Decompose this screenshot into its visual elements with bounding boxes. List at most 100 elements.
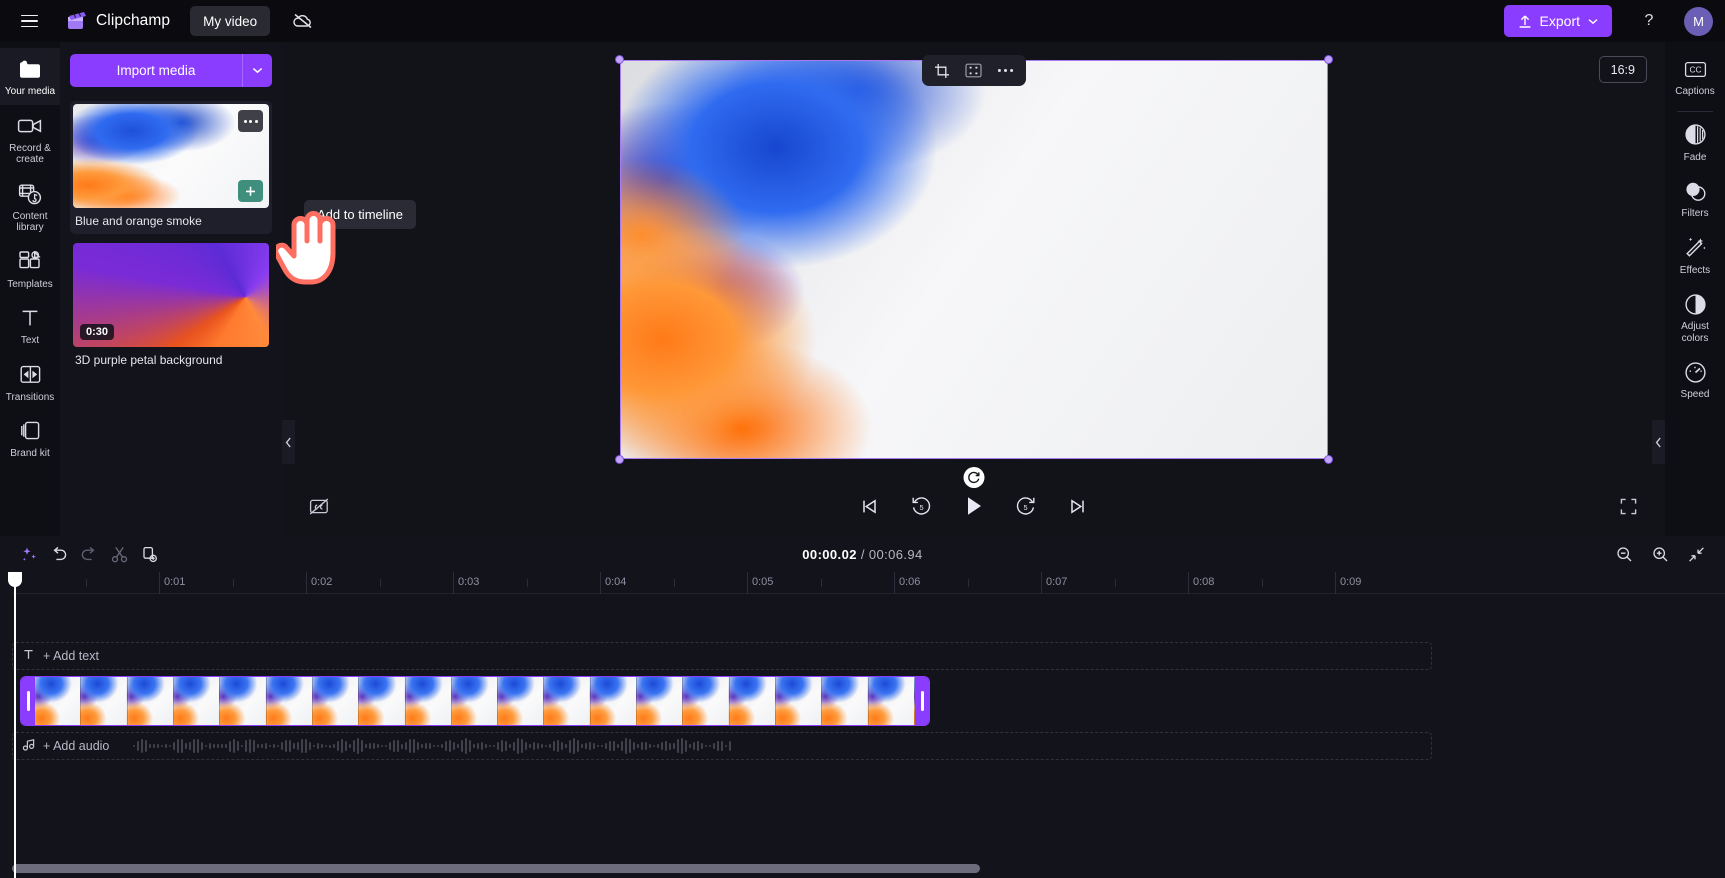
play-button[interactable]: [959, 491, 989, 521]
project-name-chip[interactable]: My video: [190, 6, 271, 36]
timeline-clip-blue-and-orange-smoke[interactable]: [20, 676, 930, 726]
avatar[interactable]: M: [1684, 6, 1713, 36]
add-audio-label: + Add audio: [43, 739, 110, 753]
ruler-label: 0:05: [752, 576, 774, 588]
cloud-off-icon[interactable]: [290, 8, 316, 34]
timeline-scroll-area[interactable]: 0:01 0:02 0:03 0:04 0:05 0:06 0:07 0:08 0:09 + A…: [0, 572, 1725, 878]
clip-thumbnail-frame: [498, 677, 545, 725]
hamburger-menu-icon[interactable]: [12, 4, 46, 38]
auto-compose-magic-wand-icon[interactable]: [14, 540, 44, 568]
collapse-left-panel-chevron-left-icon[interactable]: [282, 420, 295, 464]
sidebar-item-effects[interactable]: Effects: [1665, 227, 1725, 284]
chevron-down-icon: [1588, 18, 1598, 24]
sidebar-item-adjust-colors[interactable]: Adjust colors: [1665, 283, 1725, 351]
resize-handle-bottom-right[interactable]: [1323, 454, 1333, 464]
scrollbar-thumb[interactable]: [12, 864, 981, 873]
sidebar-item-record-create[interactable]: Record & create: [0, 105, 60, 173]
brand-kit-icon: [19, 419, 42, 443]
skip-to-start-icon[interactable]: [855, 491, 885, 521]
total-time: 00:06.94: [868, 546, 923, 562]
text-icon: [22, 648, 35, 664]
playhead-handle[interactable]: [7, 572, 22, 587]
redo-icon[interactable]: [74, 540, 104, 568]
fit-timeline-icon[interactable]: [1681, 540, 1711, 568]
ruler-subtick: [526, 579, 528, 587]
closed-captions-icon: CC: [1684, 57, 1707, 81]
resize-handle-top-left[interactable]: [614, 54, 624, 64]
sidebar-item-fade[interactable]: Fade: [1665, 114, 1725, 171]
import-media-button[interactable]: Import media: [70, 54, 242, 87]
clip-thumbnail-frame: [35, 677, 82, 725]
resize-handle-top-right[interactable]: [1323, 54, 1333, 64]
sidebar-item-transitions[interactable]: Transitions: [0, 354, 60, 411]
sidebar-item-content-library[interactable]: Content library: [0, 173, 60, 241]
speed-icon: [1684, 360, 1707, 384]
sidebar-label: Your media: [4, 86, 56, 97]
effects-icon: [1684, 236, 1707, 260]
ruler-subtick: [820, 579, 822, 587]
clip-trim-handle-left[interactable]: [21, 677, 35, 725]
more-options-icon[interactable]: [992, 58, 1020, 83]
duplicate-icon[interactable]: [134, 540, 164, 568]
audio-waveform-placeholder: [133, 738, 1431, 754]
sidebar-item-brand-kit[interactable]: Brand kit: [0, 410, 60, 467]
clip-trim-handle-right[interactable]: [915, 677, 929, 725]
add-audio-track[interactable]: + Add audio: [12, 732, 1432, 760]
timeline-ruler[interactable]: 0:01 0:02 0:03 0:04 0:05 0:06 0:07 0:08 0:09: [12, 572, 1725, 594]
zoom-out-icon[interactable]: [1609, 540, 1639, 568]
more-options-icon[interactable]: [238, 110, 263, 132]
add-text-track[interactable]: + Add text: [12, 642, 1432, 670]
export-button[interactable]: Export: [1503, 5, 1612, 37]
crop-icon[interactable]: [928, 58, 956, 83]
split-icon[interactable]: [104, 540, 134, 568]
import-media-chevron-down-icon[interactable]: [242, 54, 272, 87]
media-panel: Import media Blue and orange smoke 0:30 …: [60, 42, 282, 536]
media-item-label: 3D purple petal background: [75, 353, 223, 367]
fullscreen-icon[interactable]: [1613, 491, 1643, 521]
add-to-timeline-button[interactable]: [238, 180, 263, 202]
ruler-label: 0:09: [1340, 576, 1362, 588]
sidebar-item-filters[interactable]: Filters: [1665, 170, 1725, 227]
sidebar-item-templates[interactable]: Templates: [0, 241, 60, 298]
clipchamp-app: Clipchamp My video Export ? M Your media…: [0, 0, 1725, 878]
export-label: Export: [1539, 13, 1580, 29]
collapse-right-panel-chevron-left-icon[interactable]: [1652, 420, 1665, 464]
media-item-3d-purple-petal-background[interactable]: 0:30 3D purple petal background: [70, 240, 272, 373]
ruler-label: 0:01: [164, 576, 186, 588]
skip-to-end-icon[interactable]: [1063, 491, 1093, 521]
video-track: [12, 676, 1725, 726]
sidebar-item-captions[interactable]: CC Captions: [1665, 48, 1725, 105]
media-item-blue-and-orange-smoke[interactable]: Blue and orange smoke: [70, 101, 272, 234]
resize-handle-bottom-left[interactable]: [614, 454, 624, 464]
rewind-5-seconds-button[interactable]: 5: [907, 491, 937, 521]
adjust-colors-icon: [1684, 292, 1707, 316]
content-library-icon: [18, 182, 42, 206]
clip-thumbnail-frame: [729, 677, 776, 725]
undo-icon[interactable]: [44, 540, 74, 568]
help-button[interactable]: ?: [1634, 6, 1664, 36]
ruler-label: 0:03: [458, 576, 480, 588]
aspect-ratio-button[interactable]: 16:9: [1598, 56, 1647, 83]
fit-to-frame-icon[interactable]: [960, 58, 988, 83]
video-preview[interactable]: [614, 54, 1333, 488]
zoom-in-icon[interactable]: [1645, 540, 1675, 568]
ruler-subtick: [85, 579, 87, 587]
timeline-horizontal-scrollbar[interactable]: [12, 864, 1711, 873]
svg-text:CC: CC: [1689, 64, 1701, 74]
brand: Clipchamp: [66, 11, 170, 31]
clip-thumbnail-frame: [637, 677, 684, 725]
captions-off-icon[interactable]: [304, 491, 334, 521]
templates-icon: [18, 250, 42, 274]
add-text-label: + Add text: [43, 649, 99, 663]
sidebar-item-your-media[interactable]: Your media: [0, 48, 60, 105]
current-time: 00:00.02: [802, 546, 857, 562]
sidebar-item-text[interactable]: Text: [0, 297, 60, 354]
media-item-label: Blue and orange smoke: [75, 214, 202, 228]
time-separator: /: [860, 546, 865, 562]
clip-thumbnail-frame: [776, 677, 823, 725]
sidebar-label: Text: [20, 335, 40, 346]
sidebar-item-speed[interactable]: Speed: [1665, 351, 1725, 408]
media-thumbnail: 0:30: [73, 243, 269, 347]
forward-5-seconds-button[interactable]: 5: [1011, 491, 1041, 521]
timeline-zoom-controls: [1609, 540, 1711, 568]
